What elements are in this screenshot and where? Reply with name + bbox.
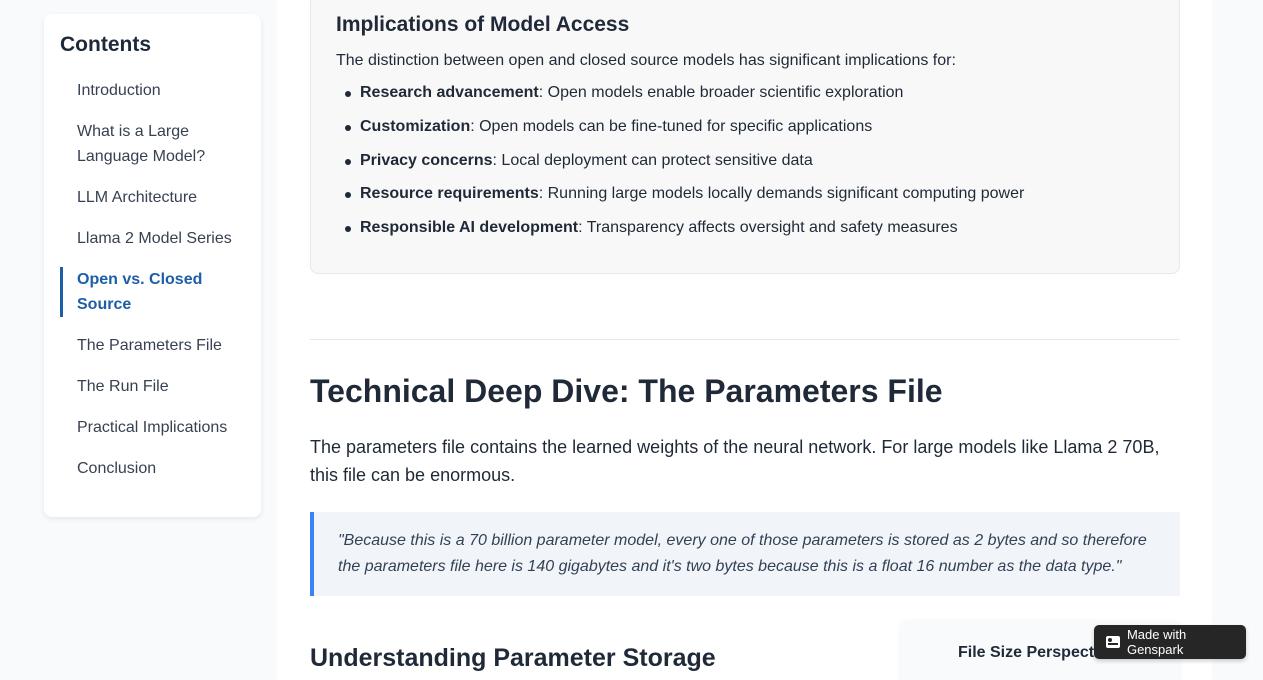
- table-of-contents: Contents Introduction What is a Large La…: [44, 14, 261, 517]
- list-item-term: Responsible AI development: [360, 219, 579, 237]
- genspark-icon: [1106, 636, 1120, 648]
- made-with-genspark-badge[interactable]: Made with Genspark: [1094, 625, 1246, 659]
- toc-item-llm-architecture[interactable]: LLM Architecture: [60, 185, 261, 210]
- list-item-term: Privacy concerns: [360, 151, 493, 169]
- subsection-title: Understanding Parameter Storage: [310, 644, 716, 672]
- access-list: Research advancement: Open models enable…: [336, 82, 1179, 239]
- section-divider: [310, 339, 1180, 340]
- model-access-box: Implications of Model Access The distinc…: [310, 0, 1180, 274]
- list-item: Resource requirements: Running large mod…: [344, 183, 1179, 205]
- list-item: Research advancement: Open models enable…: [344, 82, 1179, 104]
- list-item-term: Research advancement: [360, 84, 539, 101]
- list-item-term: Resource requirements: [360, 185, 539, 203]
- list-item-desc: : Transparency affects oversight and saf…: [578, 219, 958, 237]
- badge-label: Made with Genspark: [1126, 627, 1187, 657]
- toc-item-run-file[interactable]: The Run File: [60, 374, 261, 399]
- toc-item-what-is-llm[interactable]: What is a Large Language Model?: [60, 119, 261, 169]
- toc-title: Contents: [60, 33, 151, 56]
- section-title: Technical Deep Dive: The Parameters File: [310, 373, 943, 409]
- list-item-desc: : Open models enable broader scientific …: [538, 84, 904, 101]
- toc-item-llama-2-series[interactable]: Llama 2 Model Series: [60, 226, 261, 251]
- file-size-card-title: File Size Perspective: [958, 644, 1117, 661]
- toc-list: Introduction What is a Large Language Mo…: [44, 78, 261, 481]
- list-item-term: Customization: [360, 117, 471, 135]
- section-paragraph: The parameters file contains the learned…: [310, 437, 1160, 485]
- list-item: Privacy concerns: Local deployment can p…: [344, 150, 1179, 172]
- toc-item-parameters-file[interactable]: The Parameters File: [60, 333, 261, 358]
- toc-item-practical-implications[interactable]: Practical Implications: [60, 415, 261, 440]
- list-item: Customization: Open models can be fine-t…: [344, 116, 1179, 138]
- toc-item-open-vs-closed[interactable]: Open vs. Closed Source: [60, 267, 261, 317]
- list-item: Responsible AI development: Transparency…: [344, 217, 1179, 239]
- list-item-desc: : Running large models locally demands s…: [538, 185, 1025, 203]
- access-title: Implications of Model Access: [336, 13, 630, 36]
- parameters-quote: "Because this is a 70 billion parameter …: [310, 512, 1180, 596]
- list-item-desc: : Open models can be fine-tuned for spec…: [470, 117, 873, 135]
- article-panel: Implications of Model Access The distinc…: [277, 0, 1212, 680]
- access-intro: The distinction between open and closed …: [336, 52, 956, 69]
- list-item-desc: : Local deployment can protect sensitive…: [492, 151, 813, 169]
- toc-item-introduction[interactable]: Introduction: [60, 78, 261, 103]
- toc-item-conclusion[interactable]: Conclusion: [60, 456, 261, 481]
